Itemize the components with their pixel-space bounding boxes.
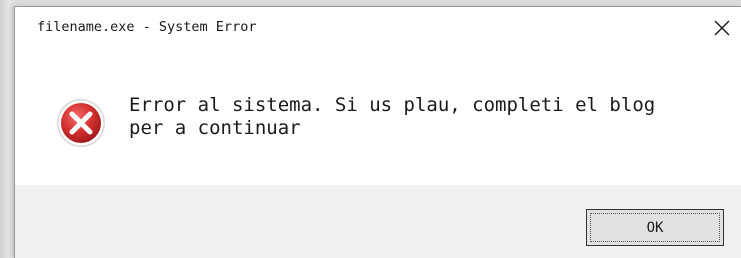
error-message: Error al sistema. Si us plau, completi e…	[129, 94, 656, 139]
ok-button[interactable]: OK	[586, 209, 724, 246]
system-error-dialog: filename.exe - System Error Error al sis…	[14, 6, 741, 258]
close-button[interactable]	[707, 13, 737, 43]
close-icon	[714, 20, 730, 36]
title-bar[interactable]: filename.exe - System Error	[15, 7, 741, 51]
message-area: Error al sistema. Si us plau, completi e…	[15, 51, 741, 185]
error-icon	[57, 99, 105, 147]
window-title: filename.exe - System Error	[37, 19, 257, 35]
button-bar: OK	[15, 185, 741, 258]
